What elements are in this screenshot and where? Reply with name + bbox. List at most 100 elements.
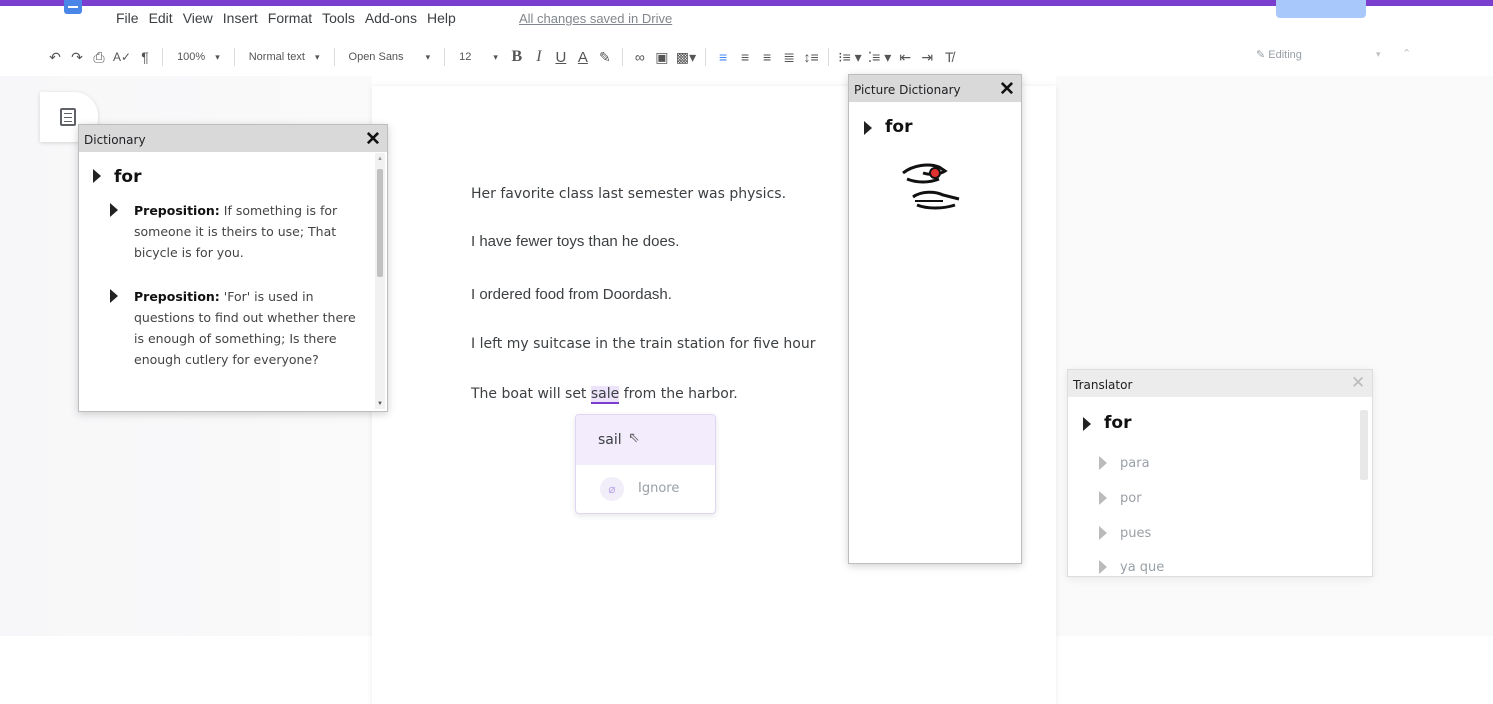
suggestion-text: sail xyxy=(598,432,622,448)
expand-triangle-icon[interactable] xyxy=(864,121,872,135)
doc-line-2[interactable]: I have fewer toys than he does. xyxy=(471,233,679,250)
translator-panel: Translator ✕ for para por pues ya que xyxy=(1067,369,1373,577)
chevron-down-icon: ▾ xyxy=(493,52,498,62)
font-size-select[interactable]: 12 ▾ xyxy=(451,51,506,63)
doc-line-4[interactable]: I left my suitcase in the train station … xyxy=(471,336,816,352)
image-icon[interactable]: ▩▾ xyxy=(673,43,699,71)
menu-addons[interactable]: Add-ons xyxy=(365,10,417,30)
expand-triangle-icon[interactable] xyxy=(1099,456,1107,470)
menu-help[interactable]: Help xyxy=(427,10,456,30)
scroll-thumb[interactable] xyxy=(377,169,383,277)
definition-1: Preposition: If something is for someone… xyxy=(134,200,366,263)
menu-bar: File Edit View Insert Format Tools Add-o… xyxy=(116,10,456,30)
align-right-icon[interactable]: ≡ xyxy=(756,43,778,71)
misspelled-word[interactable]: sale xyxy=(590,386,620,404)
italic-button[interactable]: I xyxy=(528,43,550,71)
zoom-select[interactable]: 100% ▾ xyxy=(169,51,228,63)
font-size-value: 12 xyxy=(459,51,472,63)
text-color-button[interactable]: A xyxy=(572,43,594,71)
expand-triangle-icon[interactable] xyxy=(1099,526,1107,540)
docs-logo-icon[interactable] xyxy=(64,0,82,14)
spellcheck-popup: sail ⇖ ⌀ Ignore xyxy=(575,414,716,514)
menu-insert[interactable]: Insert xyxy=(223,10,258,30)
ignore-button[interactable]: Ignore xyxy=(638,481,679,496)
clear-formatting-icon[interactable]: T̸ xyxy=(938,43,960,71)
mouse-cursor-icon: ⇖ xyxy=(628,429,640,445)
definition-2-pos: Preposition: xyxy=(134,289,220,304)
share-button[interactable] xyxy=(1276,0,1366,18)
close-icon[interactable]: ✕ xyxy=(999,78,1015,101)
editing-mode[interactable]: ✎ Editing xyxy=(1256,48,1302,61)
chevron-up-icon[interactable]: ⌃ xyxy=(1402,47,1411,60)
spellcheck-icon[interactable]: A✓ xyxy=(110,43,134,71)
doc-line-5-start: The boat will set xyxy=(471,386,591,402)
zoom-value: 100% xyxy=(177,51,206,63)
translator-title[interactable]: Translator xyxy=(1068,370,1372,397)
link-icon[interactable]: ∞ xyxy=(629,43,651,71)
bulleted-list-icon[interactable]: ⁚≡ ▾ xyxy=(865,43,895,71)
expand-triangle-icon[interactable] xyxy=(1083,417,1091,431)
expand-triangle-icon[interactable] xyxy=(93,169,101,183)
spelling-suggestion[interactable]: sail ⇖ xyxy=(576,415,715,465)
style-select[interactable]: Normal text ▾ xyxy=(241,51,328,63)
redo-icon[interactable]: ↷ xyxy=(66,43,88,71)
chevron-down-icon[interactable]: ▾ xyxy=(1376,49,1381,60)
comment-icon[interactable]: ▣ xyxy=(651,43,673,71)
menu-format[interactable]: Format xyxy=(268,10,312,30)
menu-tools[interactable]: Tools xyxy=(322,10,355,30)
align-justify-icon[interactable]: ≣ xyxy=(778,43,800,71)
font-value: Open Sans xyxy=(348,51,404,63)
menu-file[interactable]: File xyxy=(116,10,139,30)
toolbar-divider xyxy=(828,48,830,66)
scroll-up-icon[interactable]: ▲ xyxy=(377,156,383,162)
translation-item[interactable]: ya que xyxy=(1120,560,1164,576)
dictionary-scrollbar[interactable]: ▲ ▼ xyxy=(375,153,385,409)
translator-word: for xyxy=(1104,413,1132,433)
toolbar-divider xyxy=(333,48,335,66)
highlight-icon[interactable]: ✎ xyxy=(594,43,616,71)
scroll-down-icon[interactable]: ▼ xyxy=(377,401,383,407)
expand-triangle-icon[interactable] xyxy=(110,289,118,303)
align-center-icon[interactable]: ≡ xyxy=(734,43,756,71)
translation-item[interactable]: para xyxy=(1120,456,1150,471)
close-icon[interactable]: ✕ xyxy=(365,128,381,151)
close-icon[interactable]: ✕ xyxy=(1351,373,1365,393)
document-outline-icon[interactable] xyxy=(60,108,76,126)
picture-dictionary-panel: Picture Dictionary ✕ for xyxy=(848,74,1022,564)
align-left-icon[interactable]: ≡ xyxy=(712,43,734,71)
doc-line-3[interactable]: I ordered food from Doordash. xyxy=(471,286,672,303)
numbered-list-icon[interactable]: ⁝≡ ▾ xyxy=(835,43,865,71)
giving-hands-symbol-icon xyxy=(902,163,960,210)
translation-item[interactable]: pues xyxy=(1120,526,1151,541)
pencil-icon: ✎ xyxy=(1256,49,1269,61)
paint-format-icon[interactable]: ¶ xyxy=(134,43,156,71)
menu-edit[interactable]: Edit xyxy=(149,10,173,30)
doc-line-5[interactable]: The boat will set sale from the harbor. xyxy=(471,386,738,404)
toolbar-divider xyxy=(162,48,164,66)
dictionary-word: for xyxy=(114,167,142,187)
dictionary-panel: Dictionary ✕ for Preposition: If somethi… xyxy=(78,124,388,412)
picture-dictionary-word: for xyxy=(885,117,913,137)
expand-triangle-icon[interactable] xyxy=(110,203,118,217)
doc-line-1[interactable]: Her favorite class last semester was phy… xyxy=(471,186,786,202)
menu-view[interactable]: View xyxy=(183,10,213,30)
increase-indent-icon[interactable]: ⇥ xyxy=(916,43,938,71)
save-status-link[interactable]: All changes saved in Drive xyxy=(519,11,672,26)
ignore-icon[interactable]: ⌀ xyxy=(600,477,624,501)
decrease-indent-icon[interactable]: ⇤ xyxy=(894,43,916,71)
line-spacing-icon[interactable]: ↕≡ xyxy=(800,43,822,71)
definition-1-pos: Preposition: xyxy=(134,203,220,218)
dictionary-title[interactable]: Dictionary xyxy=(79,125,387,152)
undo-icon[interactable]: ↶ xyxy=(44,43,66,71)
expand-triangle-icon[interactable] xyxy=(1099,560,1107,574)
print-icon[interactable]: ⎙ xyxy=(88,43,110,71)
doc-line-5-end: from the harbor. xyxy=(619,386,738,402)
translator-scrollbar[interactable] xyxy=(1360,410,1368,480)
bold-button[interactable]: B xyxy=(506,43,528,71)
translation-item[interactable]: por xyxy=(1120,491,1142,506)
picture-dictionary-title[interactable]: Picture Dictionary xyxy=(849,75,1021,102)
style-value: Normal text xyxy=(248,51,305,63)
expand-triangle-icon[interactable] xyxy=(1099,491,1107,505)
underline-button[interactable]: U xyxy=(550,43,572,71)
font-select[interactable]: Open Sans ▾ xyxy=(341,51,439,63)
